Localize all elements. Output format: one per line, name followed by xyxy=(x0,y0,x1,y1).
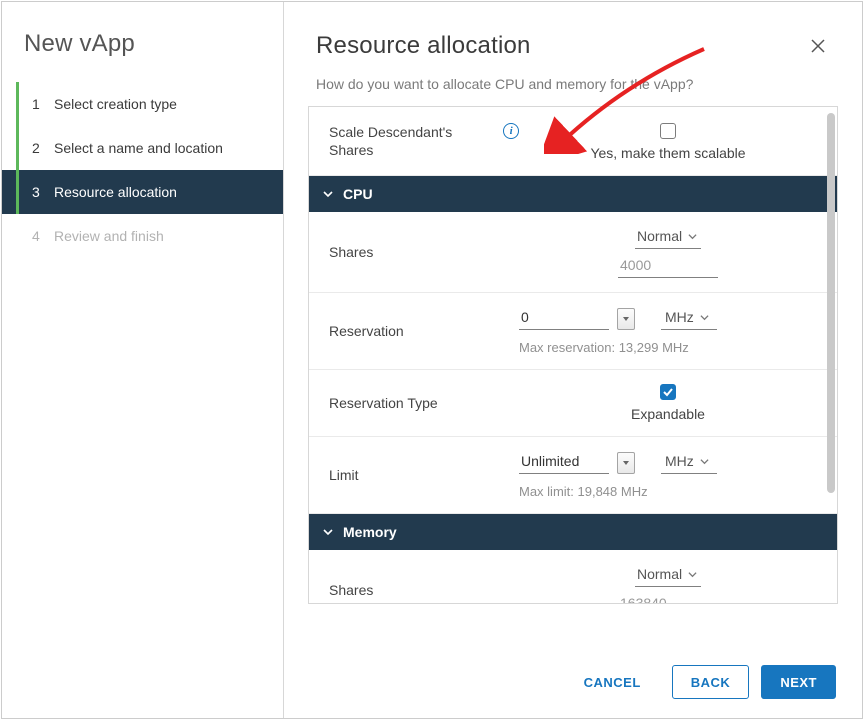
step-select-name-location[interactable]: 2 Select a name and location xyxy=(2,126,283,170)
row-cpu-reservation: Reservation MHz Max reserv xyxy=(309,293,837,370)
section-cpu-title: CPU xyxy=(343,186,373,202)
step-label: Select a name and location xyxy=(54,140,223,156)
caret-down-icon xyxy=(622,315,630,323)
scale-checkbox-label: Yes, make them scalable xyxy=(590,145,745,161)
step-progress-bar xyxy=(16,82,19,126)
chevron-down-icon xyxy=(700,313,709,322)
next-button[interactable]: NEXT xyxy=(761,665,836,699)
memory-shares-value-input[interactable] xyxy=(618,593,718,603)
info-icon[interactable]: i xyxy=(503,123,519,139)
cpu-limit-hint: Max limit: 19,848 MHz xyxy=(519,484,817,499)
cancel-button[interactable]: CANCEL xyxy=(565,665,660,699)
step-number: 1 xyxy=(32,96,48,112)
cpu-reservation-input[interactable] xyxy=(519,307,609,330)
cpu-reservation-stepper[interactable] xyxy=(617,308,635,330)
step-label: Select creation type xyxy=(54,96,177,112)
caret-down-icon xyxy=(622,459,630,467)
step-number: 3 xyxy=(32,184,48,200)
cpu-limit-label: Limit xyxy=(329,466,519,484)
step-resource-allocation[interactable]: 3 Resource allocation xyxy=(2,170,283,214)
memory-shares-level-select[interactable]: Normal xyxy=(635,564,701,587)
chevron-down-icon xyxy=(688,232,697,241)
scale-control: Yes, make them scalable xyxy=(519,123,817,161)
close-icon xyxy=(810,38,826,54)
step-label: Review and finish xyxy=(54,228,164,244)
step-label: Resource allocation xyxy=(54,184,177,200)
close-button[interactable] xyxy=(806,34,830,58)
cpu-reservation-unit: MHz xyxy=(665,309,694,325)
section-memory-header[interactable]: Memory xyxy=(309,514,837,550)
step-progress-bar xyxy=(16,214,19,258)
cpu-shares-level-select[interactable]: Normal xyxy=(635,226,701,249)
chevron-down-icon xyxy=(688,570,697,579)
step-progress-bar xyxy=(16,126,19,170)
cpu-shares-label: Shares xyxy=(329,243,519,261)
sidebar-title: New vApp xyxy=(2,26,283,82)
row-cpu-reservation-type: Reservation Type Expandable xyxy=(309,370,837,437)
cpu-expandable-label: Expandable xyxy=(631,406,705,422)
scrollbar-thumb[interactable] xyxy=(827,113,835,493)
scale-checkbox[interactable] xyxy=(660,123,676,139)
allocation-panel: Scale Descendant's Shares i Yes, make th… xyxy=(308,106,838,604)
wizard-sidebar: New vApp 1 Select creation type 2 Select… xyxy=(2,2,284,718)
memory-shares-label: Shares xyxy=(329,581,519,599)
cpu-reservation-hint: Max reservation: 13,299 MHz xyxy=(519,340,817,355)
cpu-reservation-label: Reservation xyxy=(329,322,519,340)
memory-shares-control: Normal xyxy=(519,564,817,603)
step-review-finish[interactable]: 4 Review and finish xyxy=(2,214,283,258)
chevron-down-icon xyxy=(321,525,335,539)
cpu-shares-level-value: Normal xyxy=(637,228,682,244)
main-header: Resource allocation xyxy=(284,2,862,72)
new-vapp-dialog: New vApp 1 Select creation type 2 Select… xyxy=(1,1,863,719)
section-memory-title: Memory xyxy=(343,524,397,540)
scale-label: Scale Descendant's Shares xyxy=(329,123,497,159)
scale-label-wrap: Scale Descendant's Shares i xyxy=(329,123,519,159)
cpu-limit-control: MHz Max limit: 19,848 MHz xyxy=(519,451,817,499)
page-title: Resource allocation xyxy=(316,32,531,60)
cpu-reservation-unit-select[interactable]: MHz xyxy=(661,307,717,330)
chevron-down-icon xyxy=(700,457,709,466)
cpu-shares-control: Normal xyxy=(519,226,817,278)
cpu-limit-unit: MHz xyxy=(665,453,694,469)
step-progress-bar xyxy=(16,170,19,214)
chevron-down-icon xyxy=(321,187,335,201)
row-cpu-shares: Shares Normal xyxy=(309,212,837,293)
step-number: 4 xyxy=(32,228,48,244)
section-cpu-header[interactable]: CPU xyxy=(309,176,837,212)
back-button[interactable]: BACK xyxy=(672,665,750,699)
cpu-limit-unit-select[interactable]: MHz xyxy=(661,451,717,474)
row-cpu-limit: Limit MHz Max limit: 19,84 xyxy=(309,437,837,514)
cpu-reservation-type-control: Expandable xyxy=(519,384,817,422)
cpu-limit-stepper[interactable] xyxy=(617,452,635,474)
step-select-creation-type[interactable]: 1 Select creation type xyxy=(2,82,283,126)
wizard-main: Resource allocation How do you want to a… xyxy=(284,2,862,718)
cpu-shares-value-input[interactable] xyxy=(618,255,718,278)
wizard-steps: 1 Select creation type 2 Select a name a… xyxy=(2,82,283,258)
cpu-expandable-checkbox[interactable] xyxy=(660,384,676,400)
page-subhead: How do you want to allocate CPU and memo… xyxy=(284,72,862,106)
step-number: 2 xyxy=(32,140,48,156)
cpu-limit-input[interactable] xyxy=(519,451,609,474)
row-memory-shares: Shares Normal xyxy=(309,550,837,603)
cpu-reservation-control: MHz Max reservation: 13,299 MHz xyxy=(519,307,817,355)
row-scale-descendants: Scale Descendant's Shares i Yes, make th… xyxy=(309,107,837,176)
wizard-footer: CANCEL BACK NEXT xyxy=(284,646,862,718)
allocation-scroll[interactable]: Scale Descendant's Shares i Yes, make th… xyxy=(309,107,837,603)
scrollbar-track xyxy=(827,111,835,599)
memory-shares-level-value: Normal xyxy=(637,566,682,582)
cpu-reservation-type-label: Reservation Type xyxy=(329,394,519,412)
